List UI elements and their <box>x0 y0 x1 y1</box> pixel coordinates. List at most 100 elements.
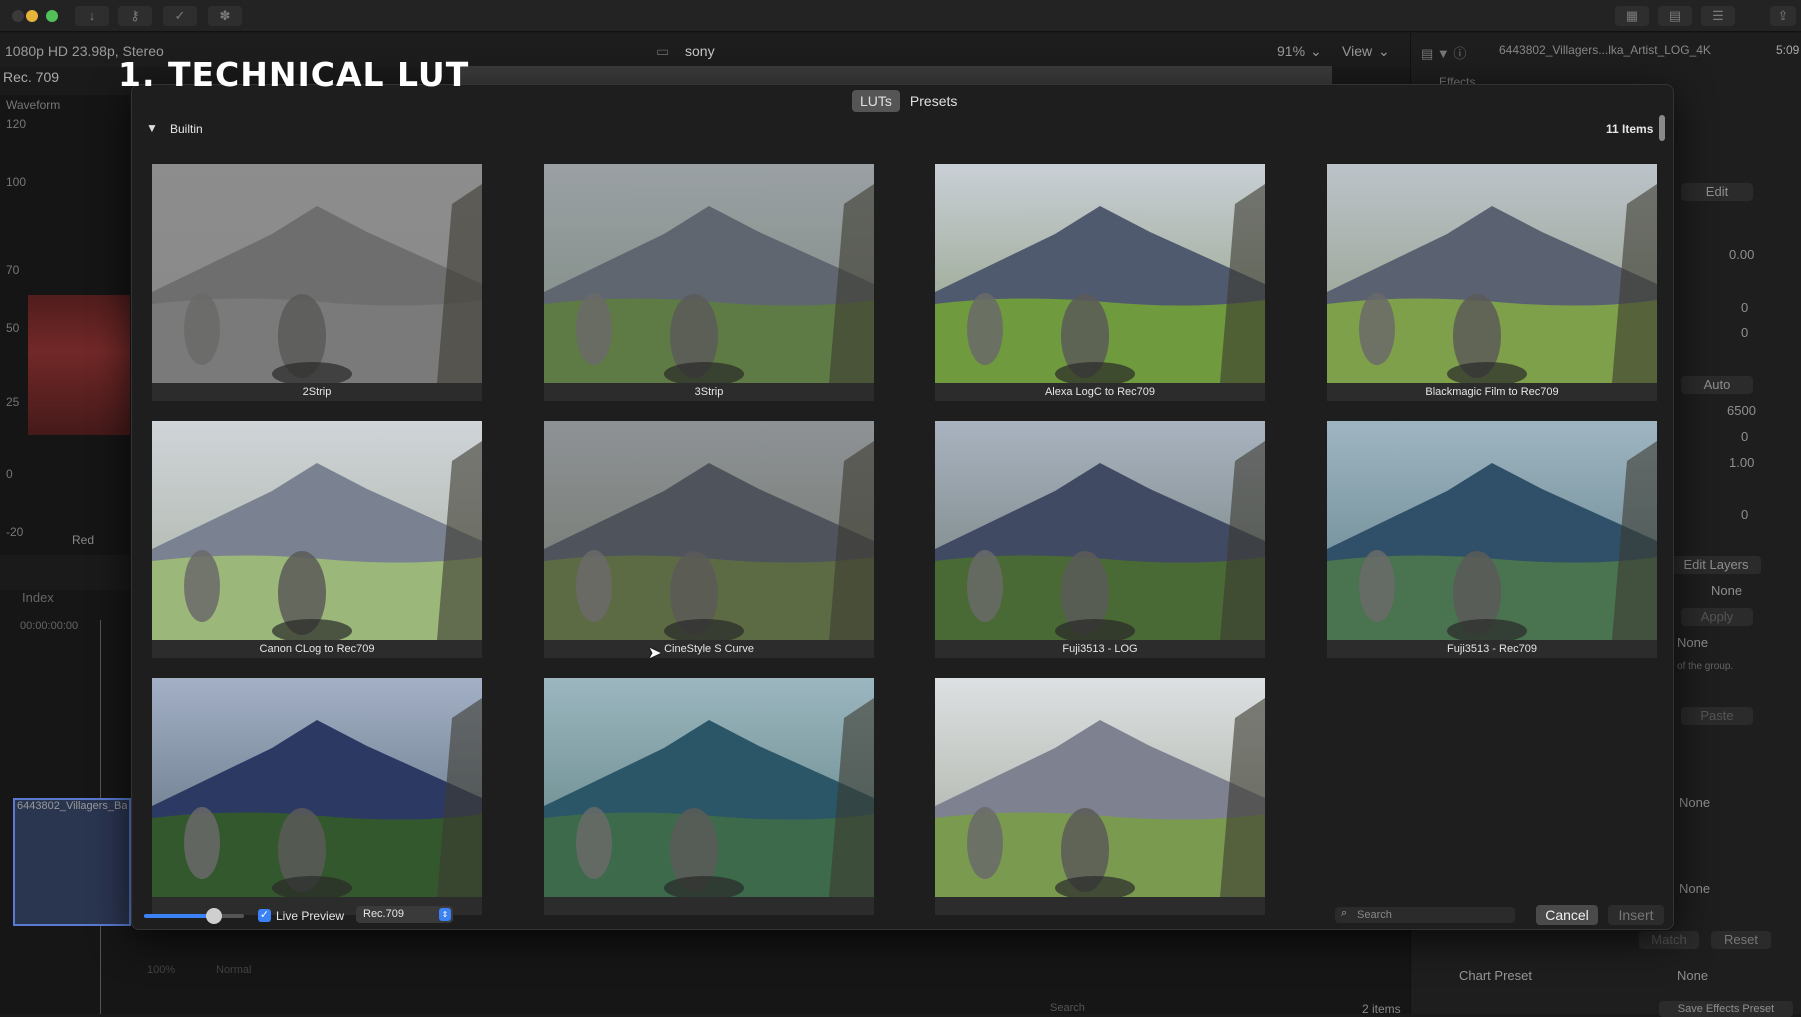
apply-button[interactable]: Apply <box>1681 608 1753 626</box>
lut-preview-image <box>152 678 482 897</box>
search-field[interactable]: ⌕ Search <box>1335 907 1515 923</box>
lut-tile[interactable] <box>935 678 1265 915</box>
paste-button[interactable]: Paste <box>1681 707 1753 725</box>
color-space-select[interactable]: Rec.709 ⇕ <box>356 906 453 923</box>
lut-preview-image <box>1327 421 1657 640</box>
lut-tile[interactable] <box>152 678 482 915</box>
auto-button[interactable]: Auto <box>1681 376 1753 394</box>
clip-name: 6443802_Villagers_Bali <box>17 800 127 812</box>
live-preview-checkbox[interactable]: ✓ <box>258 909 271 922</box>
lut-preview-image <box>152 421 482 640</box>
inspector-timecode: 5:09 <box>1776 43 1800 57</box>
lut-tile[interactable]: Fuji3513 - Rec709 <box>1327 421 1657 658</box>
view-menu[interactable]: View <box>1342 43 1372 59</box>
lut-tile[interactable]: CineStyle S Curve <box>544 421 874 658</box>
inspector-value[interactable]: 0 <box>1741 429 1748 444</box>
share-icon[interactable]: ✽ <box>208 6 242 26</box>
preview-size-slider-fill <box>144 914 214 918</box>
dialog-footer: ✓ Live Preview Rec.709 ⇕ ⌕ Search Cancel… <box>132 897 1673 929</box>
lut-preview-image <box>935 164 1265 383</box>
close-window-button[interactable] <box>12 10 24 22</box>
inspector-value[interactable]: 0 <box>1741 507 1748 522</box>
preview-size-slider-track[interactable] <box>144 908 244 924</box>
save-effects-preset-button[interactable]: Save Effects Preset <box>1659 1001 1793 1017</box>
lut-tile[interactable]: 2Strip <box>152 164 482 401</box>
item-count: 11 Items <box>1606 122 1654 136</box>
scope-title: Waveform <box>6 98 61 112</box>
live-preview-label: Live Preview <box>276 909 345 923</box>
waveform-scope: Waveform 120 100 70 50 25 0 -20 Red <box>0 95 130 555</box>
share-export-icon[interactable]: ⇪ <box>1770 6 1796 26</box>
lut-tile-label: Fuji3513 - Rec709 <box>1327 640 1657 658</box>
lut-preview-image <box>1327 164 1657 383</box>
inspector-layout-icon[interactable]: ☰ <box>1701 6 1735 26</box>
tab-luts[interactable]: LUTs <box>852 90 900 112</box>
none-select[interactable]: None <box>1677 635 1708 650</box>
grid-scrollbar[interactable] <box>1659 115 1665 141</box>
import-icon[interactable]: ↓ <box>75 6 109 26</box>
library-icon: ▭ <box>656 43 670 59</box>
reset-button[interactable]: Reset <box>1711 931 1771 949</box>
none-select[interactable]: None <box>1679 881 1710 896</box>
edit-layers-button[interactable]: Edit Layers <box>1671 556 1761 574</box>
lut-tile[interactable]: Fuji3513 - LOG <box>935 421 1265 658</box>
timeline-clip[interactable]: 6443802_Villagers_Bali <box>13 798 131 926</box>
group-name: Builtin <box>170 122 203 136</box>
zoom-chevron-icon[interactable]: ⌄ <box>1310 43 1322 60</box>
group-header[interactable]: ▼ Builtin 11 Items <box>146 119 1653 141</box>
scope-tick: 50 <box>6 321 20 335</box>
zoom-window-button[interactable] <box>46 10 58 22</box>
lut-tile[interactable]: 3Strip <box>544 164 874 401</box>
mouse-cursor-icon: ➤ <box>648 645 662 662</box>
browser-layout-icon[interactable]: ▦ <box>1615 6 1649 26</box>
blend-mode[interactable]: Normal <box>216 964 251 976</box>
disclosure-triangle-icon[interactable]: ▼ <box>146 121 158 135</box>
keyword-icon[interactable]: ⚷ <box>118 6 152 26</box>
lut-tile[interactable]: Blackmagic Film to Rec709 <box>1327 164 1657 401</box>
edit-button[interactable]: Edit <box>1681 183 1753 201</box>
cancel-button[interactable]: Cancel <box>1536 905 1598 925</box>
lut-tile[interactable]: Canon CLog to Rec709 <box>152 421 482 658</box>
color-space-label: Rec. 709 <box>3 69 60 85</box>
background-tasks-icon[interactable]: ✓ <box>163 6 197 26</box>
search-placeholder: Search <box>1357 909 1392 921</box>
inspector-value[interactable]: 0.00 <box>1729 247 1754 262</box>
index-tab[interactable]: Index <box>22 590 54 605</box>
select-stepper-icon: ⇕ <box>439 908 451 921</box>
lut-tile-label: Blackmagic Film to Rec709 <box>1327 383 1657 401</box>
match-button[interactable]: Match <box>1639 931 1699 949</box>
overlay-title: 1. TECHNICAL LUT <box>118 55 470 94</box>
scope-tick: 25 <box>6 395 20 409</box>
minimize-window-button[interactable] <box>26 10 38 22</box>
none-select[interactable]: None <box>1679 795 1710 810</box>
lut-tile-label: Canon CLog to Rec709 <box>152 640 482 658</box>
inspector-value[interactable]: 6500 <box>1727 403 1756 418</box>
timeline-layout-icon[interactable]: ▤ <box>1658 6 1692 26</box>
insert-button[interactable]: Insert <box>1608 905 1664 925</box>
inspector-value[interactable]: 0 <box>1741 325 1748 340</box>
lut-preview-image <box>935 421 1265 640</box>
lut-preview-image <box>544 421 874 640</box>
zoom-level[interactable]: 91% <box>1277 43 1305 59</box>
top-toolbar: ↓ ⚷ ✓ ✽ ▦ ▤ ☰ ⇪ <box>0 0 1801 32</box>
color-space-value: Rec.709 <box>363 908 404 920</box>
scope-tick: 120 <box>6 117 27 131</box>
inspector-value[interactable]: 1.00 <box>1729 455 1754 470</box>
timeline-search[interactable]: Search <box>1050 1002 1085 1014</box>
lut-tile-label: 2Strip <box>152 383 482 401</box>
inspector-tab-icons[interactable]: ▤ ▼ ⓘ <box>1421 43 1466 62</box>
none-select[interactable]: None <box>1711 583 1742 598</box>
lut-tile[interactable] <box>544 678 874 915</box>
tab-presets[interactable]: Presets <box>902 90 965 112</box>
opacity-value[interactable]: 100% <box>147 964 175 976</box>
view-chevron-icon[interactable]: ⌄ <box>1378 43 1390 60</box>
lut-tile-label: Fuji3513 - LOG <box>935 640 1265 658</box>
preview-size-slider-knob[interactable] <box>206 908 222 924</box>
search-icon: ⌕ <box>1341 907 1348 919</box>
inspector-value[interactable]: 0 <box>1741 300 1748 315</box>
viewer-image-strip <box>460 66 1332 84</box>
chart-preset-select[interactable]: None <box>1677 968 1708 983</box>
scope-tick: -20 <box>6 525 24 539</box>
lut-tile-label: 3Strip <box>544 383 874 401</box>
lut-tile[interactable]: Alexa LogC to Rec709 <box>935 164 1265 401</box>
